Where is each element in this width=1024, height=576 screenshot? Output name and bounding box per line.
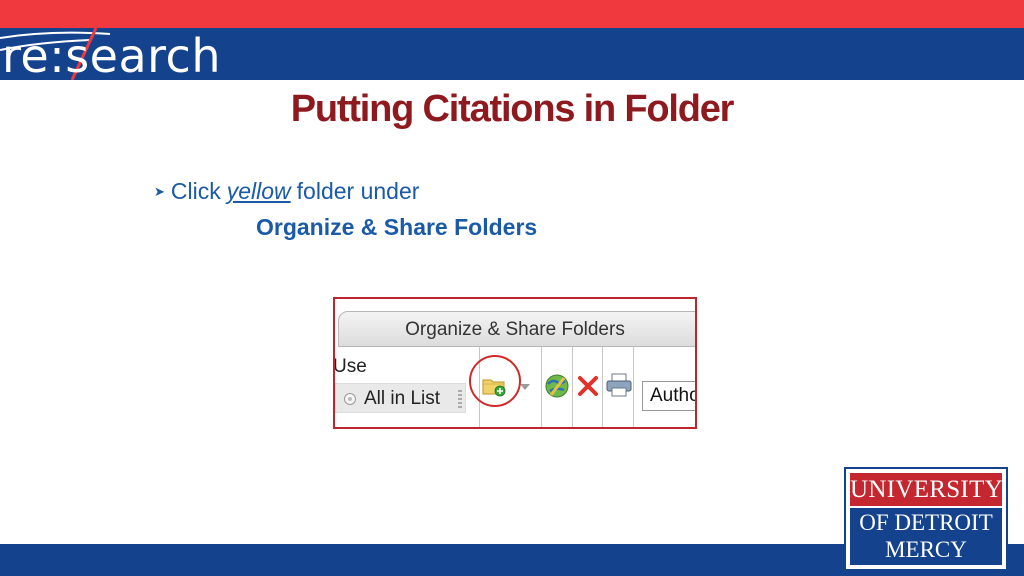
highlight-circle <box>469 355 521 407</box>
toolbar-separator <box>572 347 573 427</box>
university-logo: UNIVERSITY OF DETROIT MERCY <box>844 467 1008 571</box>
brand-logo: re:search <box>2 29 222 83</box>
bullet-suffix: folder under <box>296 178 420 204</box>
bullet-emphasis: yellow <box>226 178 291 204</box>
grip-icon <box>458 390 462 408</box>
toolbar-separator <box>633 347 634 427</box>
panel-header-label: Organize & Share Folders <box>405 319 625 340</box>
logo-line-university: UNIVERSITY <box>850 473 1003 506</box>
bullet-arrow-icon: ➤ <box>154 184 165 199</box>
sort-select-value: Autho <box>650 385 697 406</box>
print-icon[interactable] <box>606 373 632 397</box>
use-label: Use <box>333 356 367 377</box>
all-in-list-label: All in List <box>364 388 441 409</box>
logo-line-of-detroit: OF DETROIT <box>859 510 993 535</box>
logo-blue-block: OF DETROIT MERCY <box>850 508 1002 565</box>
screenshot-frame: Organize & Share Folders Use All in List… <box>333 297 697 429</box>
share-globe-icon[interactable] <box>544 373 570 399</box>
bullet-prefix: Click <box>170 178 221 204</box>
organize-share-label: Organize & Share Folders <box>256 214 538 240</box>
radio-icon[interactable] <box>344 393 356 405</box>
bullet-instruction: ➤ Click yellow folder under <box>154 178 419 205</box>
top-red-band <box>0 0 1024 28</box>
sort-select[interactable]: Autho <box>642 381 697 411</box>
logo-line-mercy: MERCY <box>885 537 967 562</box>
toolbar-separator <box>602 347 603 427</box>
slide-title: Putting Citations in Folder <box>290 88 735 130</box>
all-in-list-option[interactable]: All in List <box>335 383 466 413</box>
delete-x-icon[interactable] <box>577 375 599 397</box>
toolbar-separator <box>541 347 542 427</box>
